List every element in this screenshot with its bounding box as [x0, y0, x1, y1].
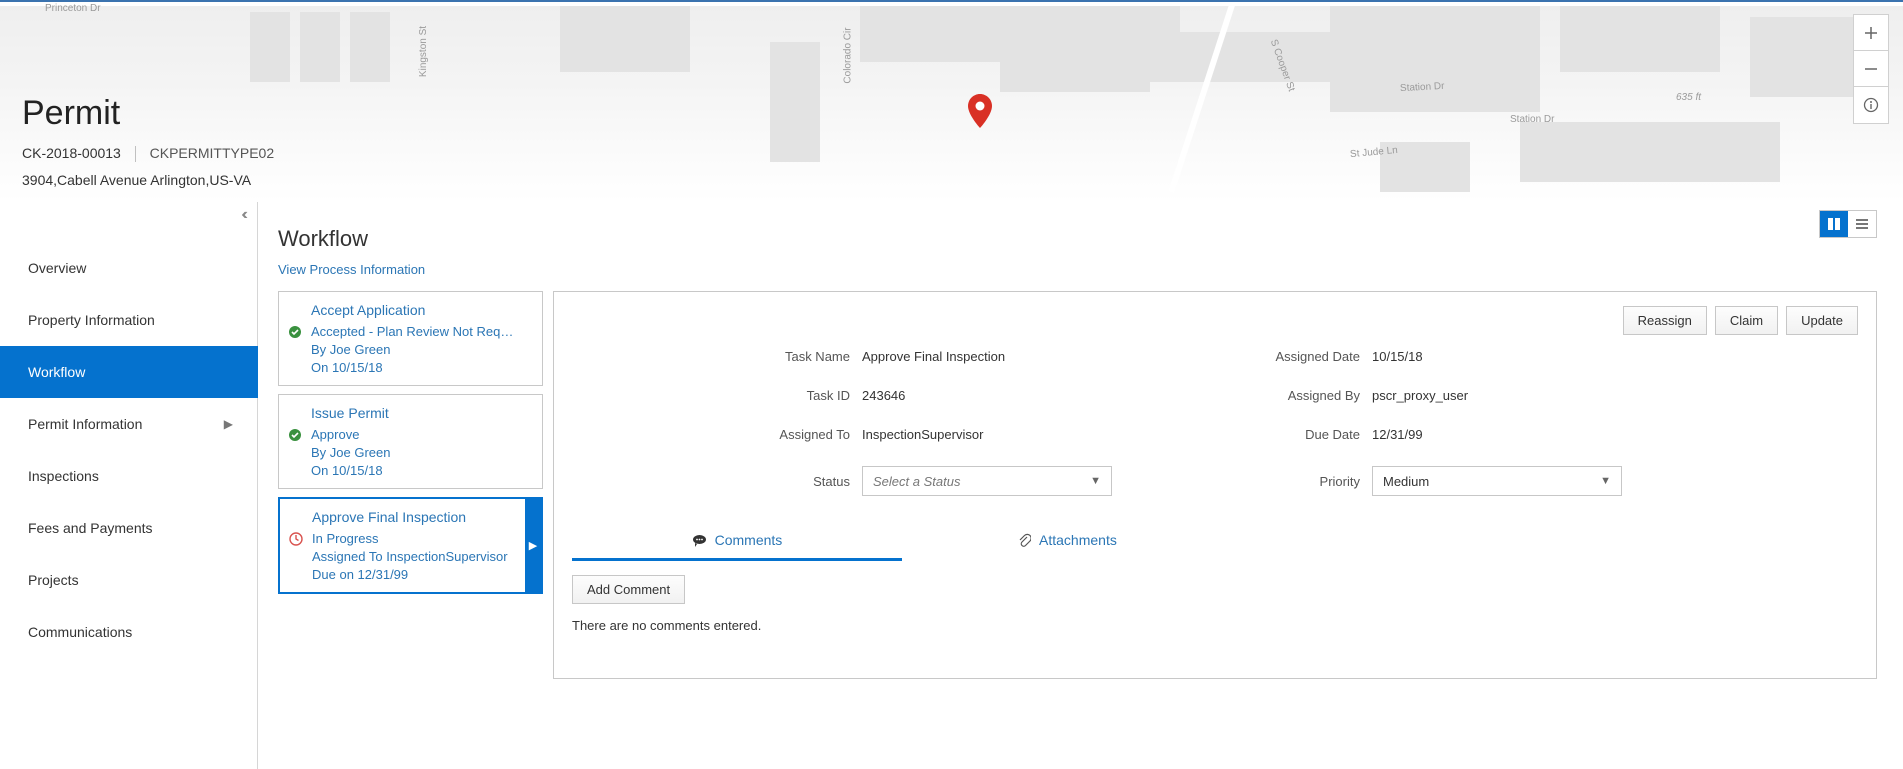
sidebar-item-inspections[interactable]: Inspections [0, 450, 257, 502]
zoom-in-button[interactable] [1854, 15, 1888, 51]
task-list: Accept Application Accepted - Plan Revie… [278, 291, 543, 602]
task-card-status: Approve [311, 427, 532, 442]
chevron-down-icon: ▼ [1600, 475, 1611, 487]
zoom-out-button[interactable] [1854, 51, 1888, 87]
map-street-label: Colorado Cir [843, 27, 854, 83]
record-id: CK-2018-00013 [22, 145, 121, 161]
task-card-title: Issue Permit [311, 405, 532, 421]
sidebar: ‹‹ Overview Property Information Workflo… [0, 202, 258, 769]
comment-icon [692, 532, 711, 548]
claim-button[interactable]: Claim [1715, 306, 1778, 335]
task-card-title: Accept Application [311, 302, 532, 318]
sidebar-item-property-information[interactable]: Property Information [0, 294, 257, 346]
task-card-by: By Joe Green [311, 342, 532, 357]
assigned-to-value: InspectionSupervisor [862, 427, 1182, 442]
page-title: Permit [22, 94, 274, 133]
task-detail-panel: Reassign Claim Update Task Name Approve … [553, 291, 1877, 679]
due-date-value: 12/31/99 [1372, 427, 1692, 442]
priority-value: Medium [1383, 474, 1429, 489]
sidebar-item-communications[interactable]: Communications [0, 606, 257, 658]
map-street-label: Station Dr [1400, 81, 1445, 94]
two-panel-view-button[interactable] [1820, 211, 1848, 237]
assigned-date-label: Assigned Date [1182, 349, 1372, 364]
map-street-label: Station Dr [1510, 114, 1554, 125]
no-comments-message: There are no comments entered. [572, 618, 1858, 633]
view-process-information-link[interactable]: View Process Information [278, 262, 425, 277]
chevron-right-icon: ▶ [525, 499, 541, 592]
task-card-date: On 10/15/18 [311, 463, 532, 478]
task-id-label: Task ID [672, 388, 862, 403]
status-label: Status [672, 474, 862, 489]
assigned-by-value: pscr_proxy_user [1372, 388, 1692, 403]
permit-type: CKPERMITTYPE02 [150, 145, 274, 161]
map-controls [1853, 14, 1889, 124]
task-card-status: Accepted - Plan Review Not Req… [311, 324, 532, 339]
view-toggle [1819, 210, 1877, 238]
list-view-button[interactable] [1848, 211, 1876, 237]
map-street-label: Princeton Dr [45, 3, 101, 14]
sidebar-item-fees-and-payments[interactable]: Fees and Payments [0, 502, 257, 554]
add-comment-button[interactable]: Add Comment [572, 575, 685, 604]
update-button[interactable]: Update [1786, 306, 1858, 335]
tab-attachments[interactable]: Attachments [902, 522, 1232, 561]
task-card-title: Approve Final Inspection [312, 509, 521, 525]
task-card-status: In Progress [312, 531, 521, 546]
collapse-sidebar-icon[interactable]: ‹‹ [241, 206, 244, 224]
chevron-down-icon: ▼ [1090, 475, 1101, 487]
check-circle-icon [288, 325, 302, 342]
task-card-date: Due on 12/31/99 [312, 567, 521, 582]
status-placeholder: Select a Status [873, 474, 960, 489]
assigned-date-value: 10/15/18 [1372, 349, 1692, 364]
status-select[interactable]: Select a Status ▼ [862, 466, 1112, 496]
task-id-value: 243646 [862, 388, 1182, 403]
check-circle-icon [288, 428, 302, 445]
task-card-active[interactable]: Approve Final Inspection In Progress Ass… [278, 497, 543, 594]
task-card[interactable]: Accept Application Accepted - Plan Revie… [278, 291, 543, 386]
map-scale: 635 ft [1676, 92, 1701, 103]
task-card-date: On 10/15/18 [311, 360, 532, 375]
map-info-button[interactable] [1854, 87, 1888, 123]
map-header[interactable]: Colorado Cir Kingston St S Cooper St Sta… [0, 2, 1903, 202]
section-title: Workflow [278, 226, 1877, 252]
assigned-by-label: Assigned By [1182, 388, 1372, 403]
task-name-label: Task Name [672, 349, 862, 364]
task-card[interactable]: Issue Permit Approve By Joe Green On 10/… [278, 394, 543, 489]
sidebar-item-workflow[interactable]: Workflow [0, 346, 258, 398]
priority-select[interactable]: Medium ▼ [1372, 466, 1622, 496]
due-date-label: Due Date [1182, 427, 1372, 442]
map-pin-icon [968, 94, 992, 128]
record-address: 3904,Cabell Avenue Arlington,US-VA [22, 172, 274, 188]
assigned-to-label: Assigned To [672, 427, 862, 442]
sidebar-item-projects[interactable]: Projects [0, 554, 257, 606]
sidebar-item-permit-information[interactable]: Permit Information ▶ [0, 398, 257, 450]
task-card-by: By Joe Green [311, 445, 532, 460]
chevron-right-icon: ▶ [224, 417, 233, 431]
clock-pending-icon [289, 532, 303, 549]
sidebar-item-overview[interactable]: Overview [0, 242, 257, 294]
reassign-button[interactable]: Reassign [1623, 306, 1707, 335]
map-street-label: Kingston St [418, 26, 429, 77]
tab-comments[interactable]: Comments [572, 522, 902, 561]
priority-label: Priority [1182, 474, 1372, 489]
task-name-value: Approve Final Inspection [862, 349, 1182, 364]
task-card-by: Assigned To InspectionSupervisor [312, 549, 521, 564]
paperclip-icon [1017, 532, 1035, 548]
